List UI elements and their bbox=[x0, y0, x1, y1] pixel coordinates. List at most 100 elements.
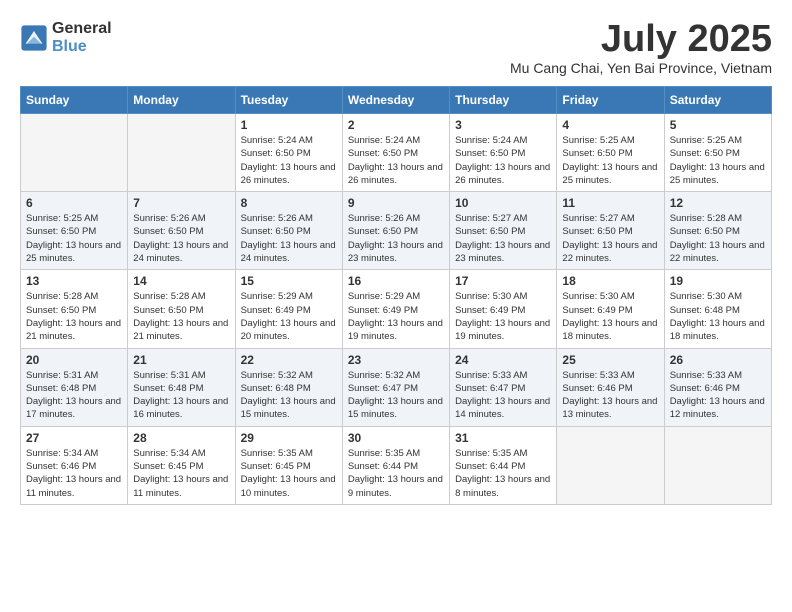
day-number: 5 bbox=[670, 118, 766, 132]
calendar-day-cell: 7 Sunrise: 5:26 AMSunset: 6:50 PMDaylight… bbox=[128, 192, 235, 270]
day-info: Sunrise: 5:31 AMSunset: 6:48 PMDaylight:… bbox=[26, 369, 122, 422]
day-number: 31 bbox=[455, 431, 551, 445]
calendar-day-cell: 5 Sunrise: 5:25 AMSunset: 6:50 PMDaylight… bbox=[664, 114, 771, 192]
day-number: 23 bbox=[348, 353, 444, 367]
day-number: 21 bbox=[133, 353, 229, 367]
day-number: 30 bbox=[348, 431, 444, 445]
calendar-day-cell bbox=[128, 114, 235, 192]
day-number: 20 bbox=[26, 353, 122, 367]
day-info: Sunrise: 5:35 AMSunset: 6:45 PMDaylight:… bbox=[241, 447, 337, 500]
day-number: 25 bbox=[562, 353, 658, 367]
day-number: 9 bbox=[348, 196, 444, 210]
calendar-day-cell: 2 Sunrise: 5:24 AMSunset: 6:50 PMDaylight… bbox=[342, 114, 449, 192]
day-header-friday: Friday bbox=[557, 87, 664, 114]
calendar-day-cell: 9 Sunrise: 5:26 AMSunset: 6:50 PMDaylight… bbox=[342, 192, 449, 270]
calendar-day-cell: 4 Sunrise: 5:25 AMSunset: 6:50 PMDaylight… bbox=[557, 114, 664, 192]
calendar-day-cell: 13Sunrise: 5:28 AMSunset: 6:50 PMDayligh… bbox=[21, 270, 128, 348]
day-info: Sunrise: 5:25 AMSunset: 6:50 PMDaylight:… bbox=[562, 134, 658, 187]
calendar-day-cell: 14 Sunrise: 5:28 AMSunset: 6:50 PMDayligh… bbox=[128, 270, 235, 348]
day-number: 29 bbox=[241, 431, 337, 445]
day-number: 28 bbox=[133, 431, 229, 445]
calendar-day-cell bbox=[21, 114, 128, 192]
day-number: 2 bbox=[348, 118, 444, 132]
calendar-day-cell: 10 Sunrise: 5:27 AMSunset: 6:50 PMDayligh… bbox=[450, 192, 557, 270]
day-info: Sunrise: 5:24 AMSunset: 6:50 PMDaylight:… bbox=[455, 134, 551, 187]
calendar-day-cell bbox=[664, 426, 771, 504]
day-number: 12 bbox=[670, 196, 766, 210]
day-info: Sunrise: 5:25 AMSunset: 6:50 PMDaylight:… bbox=[26, 212, 122, 265]
day-info: Sunrise: 5:28 AMSunset: 6:50 PMDaylight:… bbox=[26, 290, 122, 343]
day-info: Sunrise: 5:33 AMSunset: 6:47 PMDaylight:… bbox=[455, 369, 551, 422]
day-info: Sunrise: 5:26 AMSunset: 6:50 PMDaylight:… bbox=[241, 212, 337, 265]
calendar-day-cell bbox=[557, 426, 664, 504]
calendar-day-cell: 18Sunrise: 5:30 AMSunset: 6:49 PMDayligh… bbox=[557, 270, 664, 348]
day-number: 18 bbox=[562, 274, 658, 288]
calendar-day-cell: 6 Sunrise: 5:25 AMSunset: 6:50 PMDaylight… bbox=[21, 192, 128, 270]
day-number: 26 bbox=[670, 353, 766, 367]
day-number: 7 bbox=[133, 196, 229, 210]
calendar-day-cell: 23Sunrise: 5:32 AMSunset: 6:47 PMDayligh… bbox=[342, 348, 449, 426]
calendar-day-cell: 28 Sunrise: 5:34 AMSunset: 6:45 PMDayligh… bbox=[128, 426, 235, 504]
day-info: Sunrise: 5:28 AMSunset: 6:50 PMDaylight:… bbox=[670, 212, 766, 265]
day-number: 10 bbox=[455, 196, 551, 210]
day-number: 4 bbox=[562, 118, 658, 132]
day-info: Sunrise: 5:28 AMSunset: 6:50 PMDaylight:… bbox=[133, 290, 229, 343]
calendar-week-row: 6 Sunrise: 5:25 AMSunset: 6:50 PMDaylight… bbox=[21, 192, 772, 270]
day-number: 1 bbox=[241, 118, 337, 132]
calendar-day-cell: 30 Sunrise: 5:35 AMSunset: 6:44 PMDayligh… bbox=[342, 426, 449, 504]
day-info: Sunrise: 5:35 AMSunset: 6:44 PMDaylight:… bbox=[455, 447, 551, 500]
logo: General Blue bbox=[20, 20, 112, 55]
day-info: Sunrise: 5:31 AMSunset: 6:48 PMDaylight:… bbox=[133, 369, 229, 422]
day-info: Sunrise: 5:27 AMSunset: 6:50 PMDaylight:… bbox=[455, 212, 551, 265]
day-info: Sunrise: 5:26 AMSunset: 6:50 PMDaylight:… bbox=[348, 212, 444, 265]
day-header-saturday: Saturday bbox=[664, 87, 771, 114]
calendar-day-cell: 19 Sunrise: 5:30 AMSunset: 6:48 PMDayligh… bbox=[664, 270, 771, 348]
day-info: Sunrise: 5:33 AMSunset: 6:46 PMDaylight:… bbox=[562, 369, 658, 422]
day-number: 3 bbox=[455, 118, 551, 132]
calendar-week-row: 13Sunrise: 5:28 AMSunset: 6:50 PMDayligh… bbox=[21, 270, 772, 348]
day-header-thursday: Thursday bbox=[450, 87, 557, 114]
month-title: July 2025 bbox=[510, 20, 772, 58]
day-number: 22 bbox=[241, 353, 337, 367]
header: General Blue July 2025 Mu Cang Chai, Yen… bbox=[20, 20, 772, 76]
calendar-week-row: 27Sunrise: 5:34 AMSunset: 6:46 PMDayligh… bbox=[21, 426, 772, 504]
calendar-day-cell: 26 Sunrise: 5:33 AMSunset: 6:46 PMDayligh… bbox=[664, 348, 771, 426]
calendar-day-cell: 29 Sunrise: 5:35 AMSunset: 6:45 PMDayligh… bbox=[235, 426, 342, 504]
calendar-day-cell: 11 Sunrise: 5:27 AMSunset: 6:50 PMDayligh… bbox=[557, 192, 664, 270]
calendar-day-cell: 12 Sunrise: 5:28 AMSunset: 6:50 PMDayligh… bbox=[664, 192, 771, 270]
calendar-day-cell: 24Sunrise: 5:33 AMSunset: 6:47 PMDayligh… bbox=[450, 348, 557, 426]
day-number: 14 bbox=[133, 274, 229, 288]
calendar-week-row: 20 Sunrise: 5:31 AMSunset: 6:48 PMDayligh… bbox=[21, 348, 772, 426]
calendar-day-cell: 21 Sunrise: 5:31 AMSunset: 6:48 PMDayligh… bbox=[128, 348, 235, 426]
day-info: Sunrise: 5:30 AMSunset: 6:49 PMDaylight:… bbox=[455, 290, 551, 343]
day-info: Sunrise: 5:24 AMSunset: 6:50 PMDaylight:… bbox=[348, 134, 444, 187]
day-info: Sunrise: 5:29 AMSunset: 6:49 PMDaylight:… bbox=[241, 290, 337, 343]
day-number: 15 bbox=[241, 274, 337, 288]
calendar-header-row: SundayMondayTuesdayWednesdayThursdayFrid… bbox=[21, 87, 772, 114]
day-number: 19 bbox=[670, 274, 766, 288]
calendar-day-cell: 16Sunrise: 5:29 AMSunset: 6:49 PMDayligh… bbox=[342, 270, 449, 348]
day-number: 8 bbox=[241, 196, 337, 210]
day-info: Sunrise: 5:32 AMSunset: 6:48 PMDaylight:… bbox=[241, 369, 337, 422]
day-info: Sunrise: 5:30 AMSunset: 6:48 PMDaylight:… bbox=[670, 290, 766, 343]
calendar-day-cell: 1Sunrise: 5:24 AMSunset: 6:50 PMDaylight… bbox=[235, 114, 342, 192]
day-info: Sunrise: 5:27 AMSunset: 6:50 PMDaylight:… bbox=[562, 212, 658, 265]
logo-icon bbox=[20, 24, 48, 52]
day-info: Sunrise: 5:26 AMSunset: 6:50 PMDaylight:… bbox=[133, 212, 229, 265]
day-info: Sunrise: 5:33 AMSunset: 6:46 PMDaylight:… bbox=[670, 369, 766, 422]
calendar-day-cell: 22 Sunrise: 5:32 AMSunset: 6:48 PMDayligh… bbox=[235, 348, 342, 426]
day-number: 11 bbox=[562, 196, 658, 210]
day-header-tuesday: Tuesday bbox=[235, 87, 342, 114]
calendar-table: SundayMondayTuesdayWednesdayThursdayFrid… bbox=[20, 86, 772, 505]
day-header-monday: Monday bbox=[128, 87, 235, 114]
day-info: Sunrise: 5:25 AMSunset: 6:50 PMDaylight:… bbox=[670, 134, 766, 187]
day-number: 6 bbox=[26, 196, 122, 210]
calendar-day-cell: 8 Sunrise: 5:26 AMSunset: 6:50 PMDaylight… bbox=[235, 192, 342, 270]
day-info: Sunrise: 5:34 AMSunset: 6:45 PMDaylight:… bbox=[133, 447, 229, 500]
day-number: 17 bbox=[455, 274, 551, 288]
calendar-day-cell: 27Sunrise: 5:34 AMSunset: 6:46 PMDayligh… bbox=[21, 426, 128, 504]
day-info: Sunrise: 5:35 AMSunset: 6:44 PMDaylight:… bbox=[348, 447, 444, 500]
title-block: July 2025 Mu Cang Chai, Yen Bai Province… bbox=[510, 20, 772, 76]
day-number: 16 bbox=[348, 274, 444, 288]
location-subtitle: Mu Cang Chai, Yen Bai Province, Vietnam bbox=[510, 60, 772, 76]
